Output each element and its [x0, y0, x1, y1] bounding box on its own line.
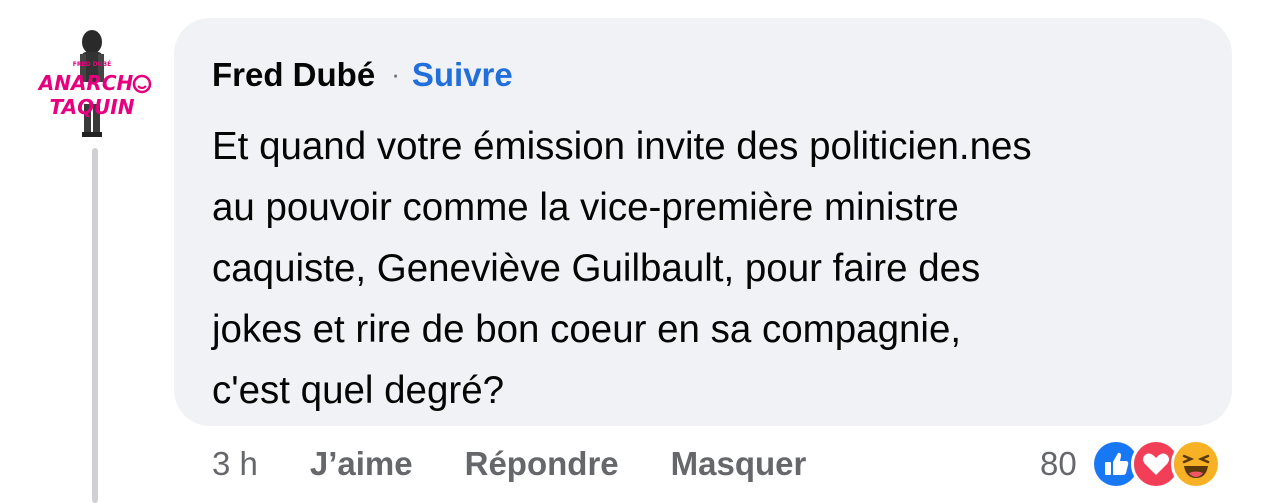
reaction-count: 80 [1040, 445, 1077, 482]
reaction-icons [1090, 439, 1221, 489]
timestamp[interactable]: 3 h [212, 445, 258, 483]
separator-dot: · [391, 59, 400, 89]
avatar-image: FRED DUBÉ ANARCH TAQUIN [37, 30, 152, 137]
thread-line [92, 148, 98, 503]
author-name[interactable]: Fred Dubé [212, 56, 375, 94]
follow-button[interactable]: Suivre [412, 56, 513, 94]
haha-icon [1170, 439, 1221, 489]
comment-header: Fred Dubé · Suivre [212, 56, 1196, 100]
svg-text:FRED DUBÉ: FRED DUBÉ [73, 60, 111, 68]
svg-text:ANARCH: ANARCH [37, 71, 134, 95]
hide-button[interactable]: Masquer [671, 445, 807, 483]
avatar[interactable]: FRED DUBÉ ANARCH TAQUIN [28, 14, 156, 142]
reply-button[interactable]: Répondre [465, 445, 619, 483]
like-button[interactable]: J’aime [310, 445, 413, 483]
comment-text: Et quand votre émission invite des polit… [212, 125, 1032, 412]
reactions-summary[interactable]: 80 [1040, 436, 1221, 492]
svg-text:TAQUIN: TAQUIN [50, 95, 135, 119]
comment-bubble: Fred Dubé · Suivre Et quand votre émissi… [174, 18, 1232, 426]
